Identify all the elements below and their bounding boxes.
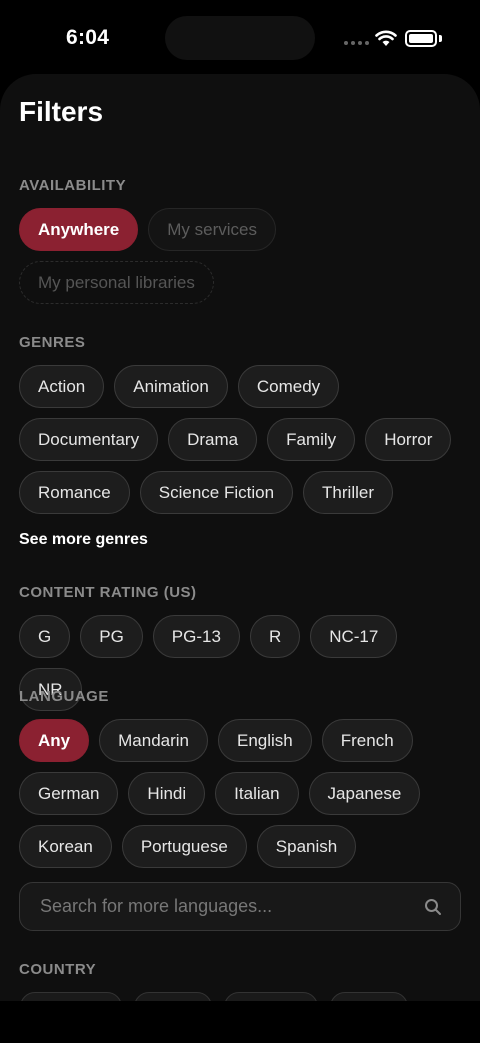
content-rating-label: CONTENT RATING (US) bbox=[19, 584, 197, 601]
chip-my-services[interactable]: My services bbox=[148, 208, 276, 251]
dynamic-island bbox=[165, 16, 315, 60]
chip-genre[interactable]: Romance bbox=[19, 471, 130, 514]
search-placeholder: Search for more languages... bbox=[40, 896, 273, 916]
chip-language[interactable]: German bbox=[19, 772, 119, 815]
availability-chips: Anywhere My services My personal librari… bbox=[19, 208, 464, 304]
language-label: LANGUAGE bbox=[19, 688, 109, 705]
chip-language[interactable]: French bbox=[321, 719, 413, 762]
genre-chips: Action Animation Comedy Documentary Dram… bbox=[19, 365, 464, 514]
country-label: COUNTRY bbox=[19, 961, 97, 978]
chip-language[interactable]: Spanish bbox=[256, 825, 357, 868]
language-search-input[interactable]: Search for more languages... bbox=[19, 882, 461, 931]
chip-genre[interactable]: Drama bbox=[168, 418, 258, 461]
chip-genre[interactable]: Family bbox=[267, 418, 356, 461]
chip-genre[interactable]: Thriller bbox=[303, 471, 393, 514]
country-chip-partial[interactable] bbox=[224, 992, 318, 1001]
chip-language[interactable]: Italian bbox=[215, 772, 299, 815]
battery-icon bbox=[405, 30, 437, 47]
wifi-icon bbox=[375, 30, 397, 46]
availability-label: AVAILABILITY bbox=[19, 177, 127, 194]
chip-rating[interactable]: G bbox=[19, 615, 71, 658]
chip-rating[interactable]: R bbox=[249, 615, 301, 658]
chip-language[interactable]: Korean bbox=[19, 825, 112, 868]
chip-rating[interactable]: PG bbox=[80, 615, 143, 658]
chip-genre[interactable]: Horror bbox=[365, 418, 452, 461]
see-more-genres-link[interactable]: See more genres bbox=[19, 531, 148, 549]
chip-language[interactable]: Japanese bbox=[308, 772, 421, 815]
cellular-signal-icon bbox=[344, 41, 369, 45]
chip-rating[interactable]: PG-13 bbox=[152, 615, 240, 658]
language-chips: Any Mandarin English French German Hindi… bbox=[19, 719, 464, 868]
country-chip-partial[interactable] bbox=[134, 992, 212, 1001]
chip-language[interactable]: Portuguese bbox=[121, 825, 247, 868]
chip-my-personal-libraries[interactable]: My personal libraries bbox=[19, 261, 214, 304]
genres-label: GENRES bbox=[19, 334, 86, 351]
chip-genre[interactable]: Animation bbox=[114, 365, 228, 408]
chip-rating[interactable]: NC-17 bbox=[310, 615, 398, 658]
chip-language[interactable]: Mandarin bbox=[99, 719, 208, 762]
chip-language-any[interactable]: Any bbox=[19, 719, 90, 762]
search-icon bbox=[425, 898, 441, 915]
chip-genre[interactable]: Comedy bbox=[237, 365, 340, 408]
chip-language[interactable]: English bbox=[218, 719, 312, 762]
chip-genre[interactable]: Documentary bbox=[19, 418, 159, 461]
status-time: 6:04 bbox=[66, 26, 110, 49]
country-chip-partial[interactable] bbox=[20, 992, 122, 1001]
chip-anywhere[interactable]: Anywhere bbox=[19, 208, 139, 251]
page-title: Filters bbox=[19, 96, 104, 127]
chip-language[interactable]: Hindi bbox=[128, 772, 206, 815]
chip-genre[interactable]: Science Fiction bbox=[139, 471, 294, 514]
chip-genre[interactable]: Action bbox=[19, 365, 105, 408]
country-chip-partial[interactable] bbox=[330, 992, 408, 1001]
status-bar: 6:04 bbox=[0, 0, 480, 78]
filters-sheet: Filters AVAILABILITY Anywhere My service… bbox=[0, 74, 480, 1001]
